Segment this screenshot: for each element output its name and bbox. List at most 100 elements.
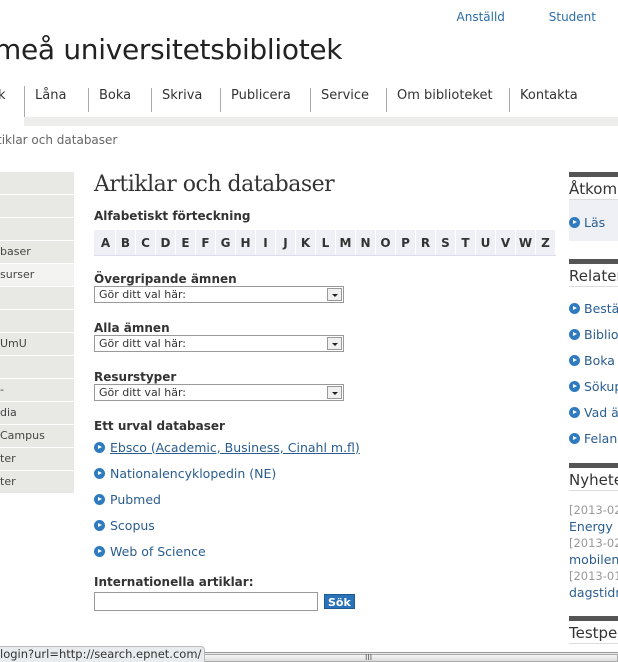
- db-link-ne[interactable]: Nationalencyklopedin (NE): [94, 465, 559, 481]
- letter-link-v[interactable]: V: [496, 230, 516, 255]
- left-nav-item[interactable]: [0, 287, 74, 310]
- intl-label: Internationella artiklar:: [94, 575, 254, 589]
- letter-link-h[interactable]: H: [236, 230, 256, 255]
- access-box: Läs: [569, 200, 618, 241]
- filter-overgripande: Övergripande ämnen Gör ditt val här:: [94, 272, 559, 303]
- news-title-link[interactable]: Energy: [569, 519, 618, 536]
- letter-link-t[interactable]: T: [456, 230, 476, 255]
- intl-search-input[interactable]: [94, 592, 318, 611]
- left-nav-item[interactable]: -: [0, 379, 74, 402]
- left-nav-item[interactable]: dia: [0, 402, 74, 425]
- breadcrumb: tiklar och databaser: [0, 133, 118, 147]
- news-heading: Nyhete: [569, 463, 618, 491]
- news-title-link[interactable]: mobilen: [569, 552, 618, 569]
- letter-link-b[interactable]: B: [116, 230, 136, 255]
- nav-item-boka[interactable]: Boka: [88, 88, 131, 112]
- dropdown-arrow-icon[interactable]: [327, 337, 342, 350]
- link-student[interactable]: Student: [549, 10, 596, 24]
- left-nav-item[interactable]: [0, 218, 74, 241]
- letter-link-a[interactable]: A: [96, 230, 116, 255]
- filter-label: Alla ämnen: [94, 321, 170, 335]
- db-link-scopus[interactable]: Scopus: [94, 517, 559, 533]
- filter-alla-amnen: Alla ämnen Gör ditt val här:: [94, 321, 559, 352]
- letter-link-d[interactable]: D: [156, 230, 176, 255]
- main-nav: k Låna Boka Skriva Publicera Service Om …: [0, 84, 618, 112]
- left-nav-item[interactable]: UmU: [0, 333, 74, 356]
- nav-item-lana[interactable]: Låna: [24, 88, 66, 112]
- letter-link-m[interactable]: M: [336, 230, 356, 255]
- letter-link-c[interactable]: C: [136, 230, 156, 255]
- letter-link-l[interactable]: L: [316, 230, 336, 255]
- news-date: [2013-02: [569, 536, 618, 550]
- letter-link-k[interactable]: K: [296, 230, 316, 255]
- select-overgripande-amnen[interactable]: Gör ditt val här:: [94, 286, 344, 303]
- site-title[interactable]: meå universitetsbibliotek: [0, 33, 343, 66]
- letter-link-n[interactable]: N: [356, 230, 376, 255]
- left-nav-item[interactable]: ter: [0, 448, 74, 471]
- link-anstalld[interactable]: Anställd: [457, 10, 505, 24]
- related-link-label: Boka: [584, 352, 615, 368]
- access-link-label: Läs: [584, 214, 606, 230]
- related-link[interactable]: Boka: [569, 347, 618, 373]
- letter-link-z[interactable]: Z: [536, 230, 556, 255]
- scrollbar-grip: III: [365, 653, 373, 662]
- letter-link-r[interactable]: R: [416, 230, 436, 255]
- left-nav-item[interactable]: [0, 172, 74, 195]
- news-date: [2013-02: [569, 503, 618, 517]
- related-link[interactable]: Sökup: [569, 373, 618, 399]
- related-link[interactable]: Bestä: [569, 295, 618, 321]
- letter-link-g[interactable]: G: [216, 230, 236, 255]
- left-nav-item[interactable]: [0, 195, 74, 218]
- nav-item-publicera[interactable]: Publicera: [220, 88, 291, 112]
- left-nav-item[interactable]: ter: [0, 471, 74, 494]
- nav-item-skriva[interactable]: Skriva: [151, 88, 202, 112]
- related-link[interactable]: Vad ä: [569, 399, 618, 425]
- letter-link-w[interactable]: W: [516, 230, 536, 255]
- arrow-circle-icon: [94, 467, 105, 479]
- db-link-web-of-science[interactable]: Web of Science: [94, 543, 559, 559]
- nav-item-service[interactable]: Service: [310, 88, 369, 112]
- select-value: Gör ditt val här:: [99, 337, 186, 350]
- arrow-circle-icon: [569, 406, 580, 418]
- filter-resurstyper: Resurstyper Gör ditt val här:: [94, 370, 559, 401]
- search-button[interactable]: Sök: [324, 594, 355, 609]
- access-link[interactable]: Läs: [569, 209, 618, 235]
- related-link-label: Sökup: [584, 378, 618, 394]
- left-nav-item[interactable]: [0, 356, 74, 379]
- left-nav-item[interactable]: Campus: [0, 425, 74, 448]
- letter-link-j[interactable]: J: [276, 230, 296, 255]
- select-resurstyper[interactable]: Gör ditt val här:: [94, 384, 344, 401]
- dropdown-arrow-icon[interactable]: [327, 288, 342, 301]
- select-alla-amnen[interactable]: Gör ditt val här:: [94, 335, 344, 352]
- access-heading: Åtkom: [569, 172, 618, 200]
- dropdown-arrow-icon[interactable]: [327, 386, 342, 399]
- related-link[interactable]: Felan: [569, 425, 618, 451]
- filter-label: Övergripande ämnen: [94, 272, 237, 286]
- letter-link-u[interactable]: U: [476, 230, 496, 255]
- news-title-link[interactable]: dagstidn: [569, 585, 618, 602]
- intl-search: Sök: [94, 592, 559, 611]
- scrollbar-thumb[interactable]: [170, 654, 618, 662]
- letter-link-p[interactable]: P: [396, 230, 416, 255]
- db-heading: Ett urval databaser: [94, 419, 225, 433]
- nav-item-om-biblioteket[interactable]: Om biblioteket: [386, 88, 493, 112]
- related-link-label: Bestä: [584, 300, 618, 316]
- nav-item-kontakta[interactable]: Kontakta: [509, 88, 578, 112]
- letter-link-f[interactable]: F: [196, 230, 216, 255]
- db-link-label: Scopus: [110, 517, 155, 533]
- nav-item-home[interactable]: k: [0, 88, 6, 112]
- select-value: Gör ditt val här:: [99, 386, 186, 399]
- left-nav-item[interactable]: baser: [0, 241, 74, 264]
- letter-link-s[interactable]: S: [436, 230, 456, 255]
- left-nav-item[interactable]: [0, 310, 74, 333]
- left-nav-item[interactable]: surser: [0, 264, 74, 287]
- left-nav: baser surser UmU - dia Campus ter ter: [0, 172, 74, 494]
- right-sidebar: Åtkom Läs Relater Bestä Biblio Boka Sökup Va…: [569, 172, 618, 644]
- letter-link-e[interactable]: E: [176, 230, 196, 255]
- letter-link-o[interactable]: O: [376, 230, 396, 255]
- db-link-label: Pubmed: [110, 491, 161, 507]
- related-link[interactable]: Biblio: [569, 321, 618, 347]
- letter-link-i[interactable]: I: [256, 230, 276, 255]
- db-link-ebsco[interactable]: Ebsco (Academic, Business, Cinahl m.fl): [94, 439, 559, 455]
- db-link-pubmed[interactable]: Pubmed: [94, 491, 559, 507]
